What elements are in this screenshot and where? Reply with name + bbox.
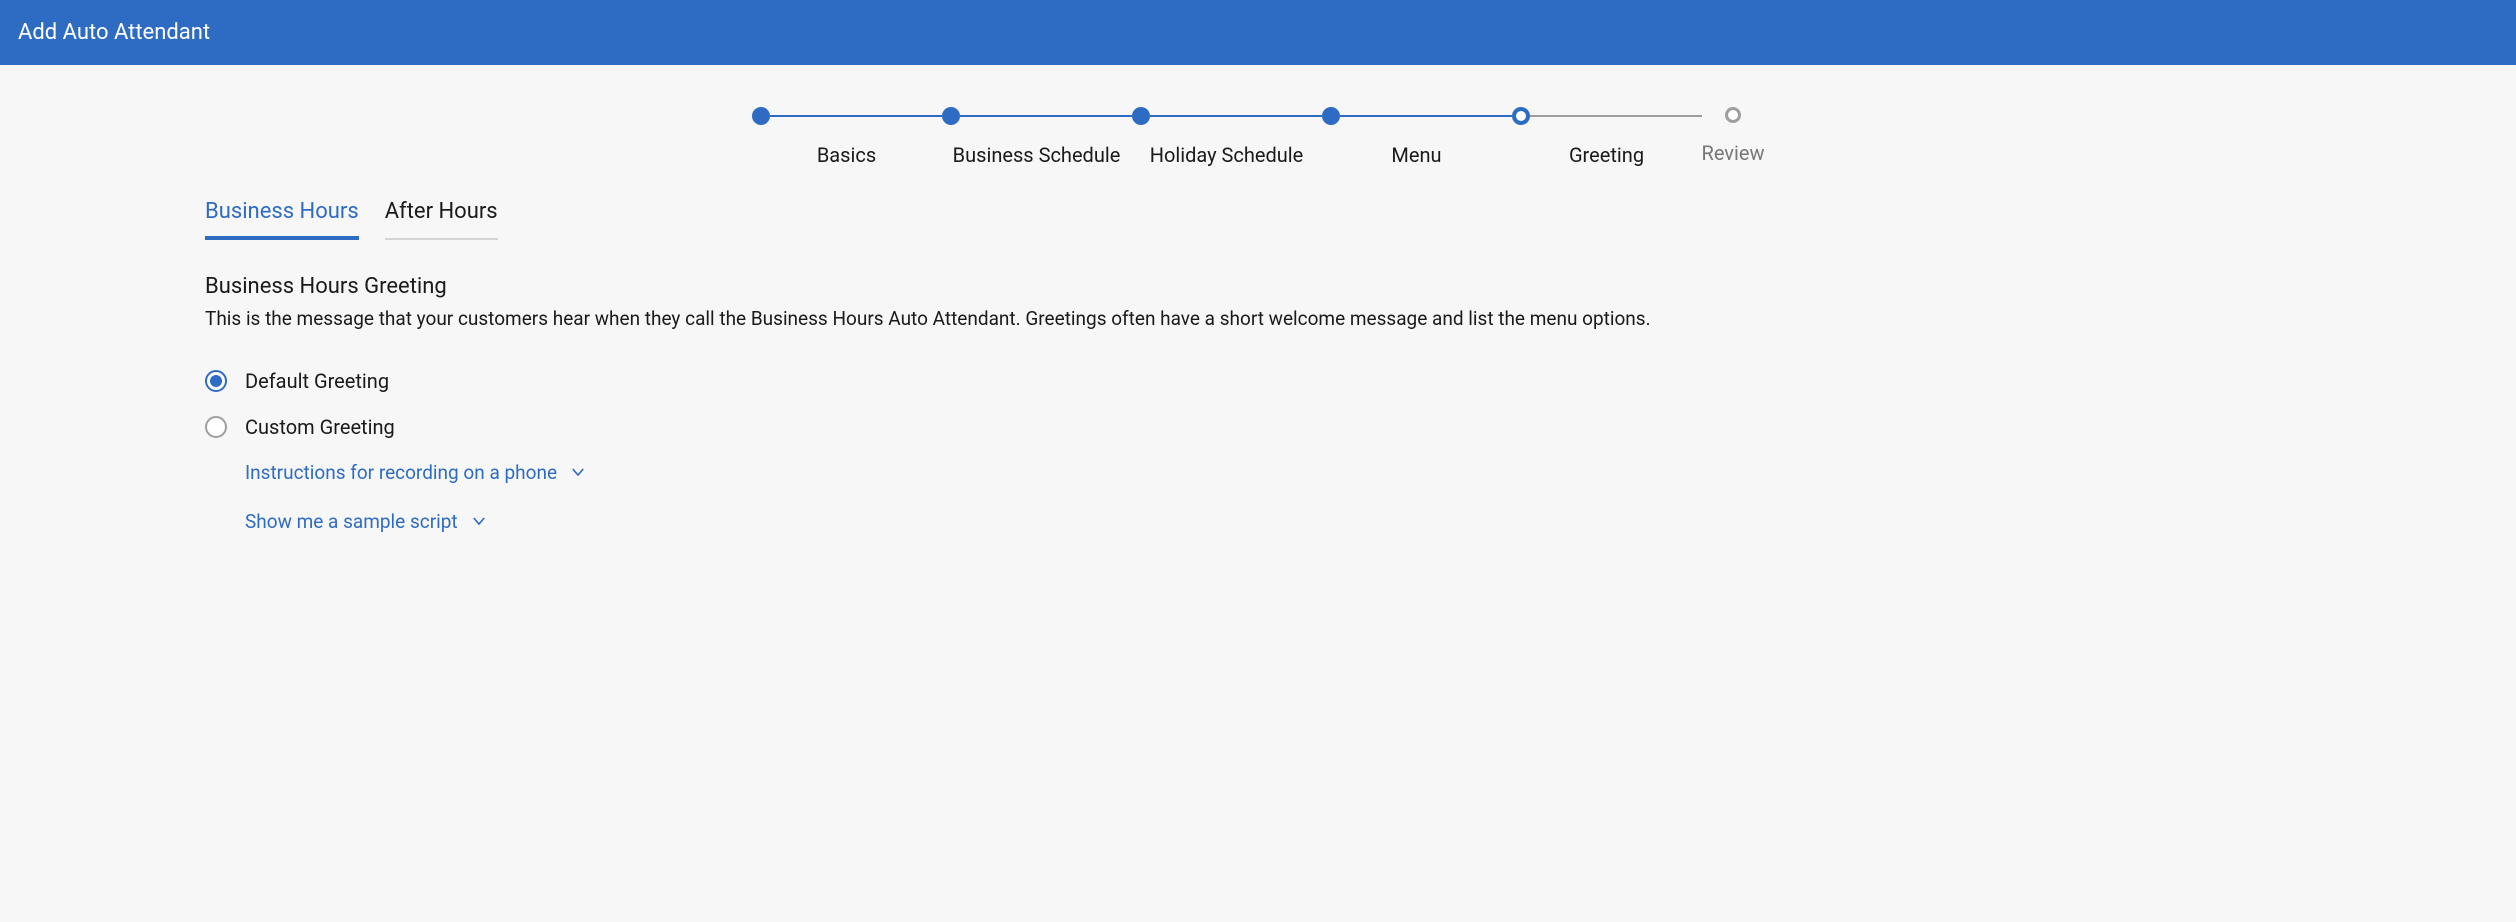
content-area: Business Hours After Hours Business Hour… bbox=[0, 191, 2516, 573]
radio-default-greeting-row[interactable]: Default Greeting bbox=[205, 369, 2311, 393]
radio-label: Custom Greeting bbox=[245, 415, 395, 439]
step-business-schedule[interactable]: Business Schedule bbox=[942, 107, 1132, 167]
step-greeting[interactable]: Greeting bbox=[1512, 107, 1702, 167]
step-label: Basics bbox=[817, 143, 876, 167]
tab-after-hours[interactable]: After Hours bbox=[385, 199, 498, 240]
greeting-tabs: Business Hours After Hours bbox=[205, 199, 2311, 240]
step-label: Business Schedule bbox=[953, 143, 1121, 167]
step-label: Menu bbox=[1391, 143, 1441, 167]
section-title: Business Hours Greeting bbox=[205, 274, 2311, 299]
step-connector bbox=[1530, 115, 1702, 117]
step-connector bbox=[1150, 115, 1322, 117]
link-instructions[interactable]: Instructions for recording on a phone bbox=[245, 461, 2311, 484]
radio-label: Default Greeting bbox=[245, 369, 389, 393]
step-dot-icon bbox=[752, 107, 770, 125]
step-dot-icon bbox=[1322, 107, 1340, 125]
step-holiday-schedule[interactable]: Holiday Schedule bbox=[1132, 107, 1322, 167]
section-description: This is the message that your customers … bbox=[205, 305, 2311, 333]
step-connector bbox=[1340, 115, 1512, 117]
tab-business-hours[interactable]: Business Hours bbox=[205, 199, 359, 240]
step-basics[interactable]: Basics bbox=[752, 107, 942, 167]
step-dot-icon bbox=[1725, 107, 1741, 123]
chevron-down-icon bbox=[470, 512, 488, 530]
step-review[interactable]: Review bbox=[1702, 107, 1765, 165]
step-connector bbox=[770, 115, 942, 117]
page-title: Add Auto Attendant bbox=[18, 20, 210, 45]
step-dot-icon bbox=[1132, 107, 1150, 125]
radio-default-greeting[interactable] bbox=[205, 370, 227, 392]
radio-custom-greeting-row[interactable]: Custom Greeting bbox=[205, 415, 2311, 439]
chevron-down-icon bbox=[569, 463, 587, 481]
wizard-stepper: Basics Business Schedule Holiday Schedul… bbox=[0, 65, 2516, 191]
step-connector bbox=[960, 115, 1132, 117]
page-header: Add Auto Attendant bbox=[0, 0, 2516, 65]
step-label: Holiday Schedule bbox=[1150, 143, 1304, 167]
step-label: Review bbox=[1702, 141, 1765, 165]
radio-custom-greeting[interactable] bbox=[205, 416, 227, 438]
step-label: Greeting bbox=[1569, 143, 1644, 167]
step-dot-icon bbox=[942, 107, 960, 125]
link-text: Instructions for recording on a phone bbox=[245, 461, 557, 484]
link-text: Show me a sample script bbox=[245, 510, 458, 533]
link-sample-script[interactable]: Show me a sample script bbox=[245, 510, 2311, 533]
step-menu[interactable]: Menu bbox=[1322, 107, 1512, 167]
step-dot-icon bbox=[1512, 107, 1530, 125]
